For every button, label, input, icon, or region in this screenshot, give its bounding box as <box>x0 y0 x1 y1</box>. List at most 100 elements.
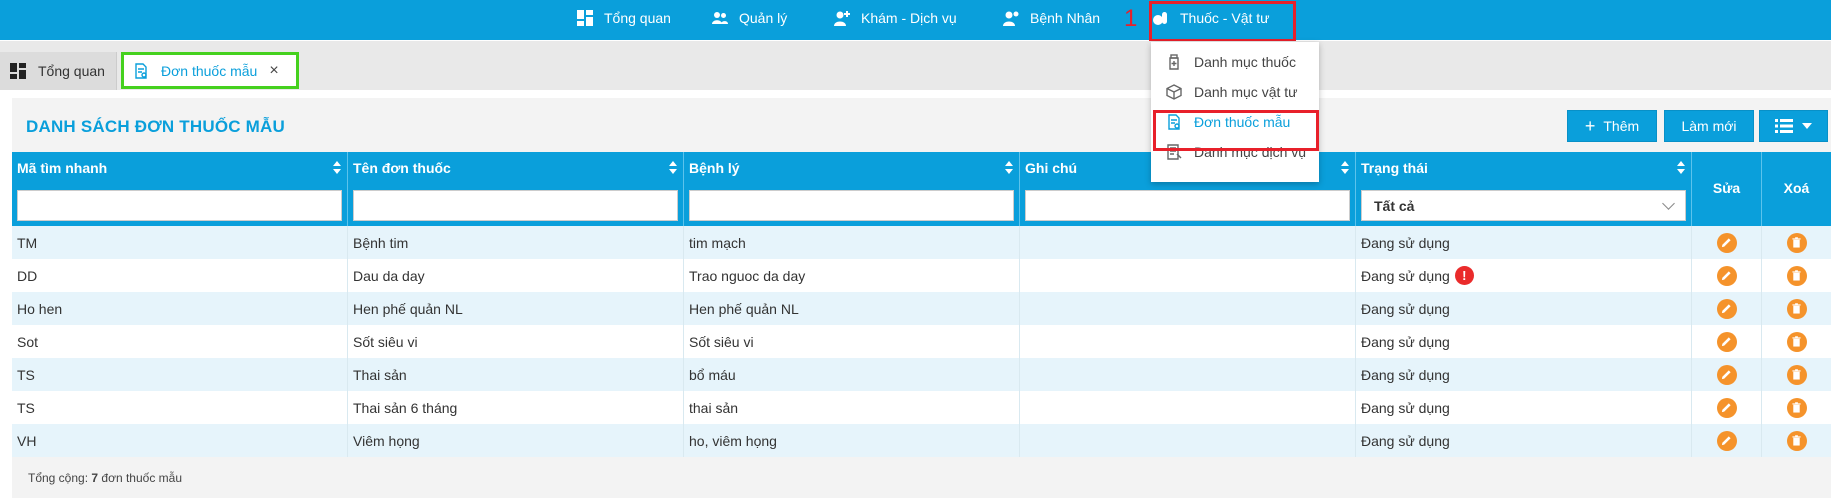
edit-icon[interactable] <box>1716 232 1737 253</box>
table-row[interactable]: Sot Sốt siêu vi Sốt siêu vi Đang sử dụng <box>12 325 1831 358</box>
table-row[interactable]: VH Viêm họng ho, viêm họng Đang sử dụng <box>12 424 1831 457</box>
column-header-disease[interactable]: Bệnh lý <box>684 152 1020 226</box>
cell-edit <box>1692 259 1762 292</box>
table-row[interactable]: Ho hen Hen phế quản NL Hen phế quản NL Đang… <box>12 292 1831 325</box>
plus-icon: + <box>1584 116 1596 136</box>
edit-icon[interactable] <box>1716 298 1737 319</box>
add-button-label: Thêm <box>1603 118 1640 134</box>
column-options-button[interactable] <box>1759 110 1828 142</box>
cell-delete <box>1762 292 1831 325</box>
trash-icon[interactable] <box>1786 298 1807 319</box>
nav-item-label: Tổng quan <box>604 9 671 26</box>
cell-disease: Hen phế quản NL <box>684 292 1020 325</box>
column-header-code[interactable]: Mã tìm nhanh <box>12 152 348 226</box>
cell-code: DD <box>12 259 348 292</box>
sort-icon[interactable] <box>669 161 677 175</box>
patient-icon <box>1002 9 1020 27</box>
filter-disease-input[interactable] <box>689 190 1014 221</box>
doctor-icon <box>833 9 851 27</box>
sort-icon[interactable] <box>1341 161 1349 175</box>
trash-icon[interactable] <box>1786 232 1807 253</box>
cell-name: Thai sản <box>348 358 684 391</box>
cell-edit <box>1692 424 1762 457</box>
cell-status: Đang sử dụng! <box>1356 259 1692 292</box>
column-header-edit: Sửa <box>1692 152 1762 226</box>
filter-code-input[interactable] <box>17 190 342 221</box>
users-icon <box>711 9 729 27</box>
trash-icon[interactable] <box>1786 397 1807 418</box>
dashboard-icon <box>10 63 26 79</box>
cell-note <box>1020 391 1356 424</box>
page-title: DANH SÁCH ĐƠN THUỐC MẪU <box>26 117 285 136</box>
nav-item-overview[interactable]: Tổng quan <box>576 0 671 35</box>
edit-icon[interactable] <box>1716 430 1737 451</box>
cell-note <box>1020 424 1356 457</box>
list-icon <box>1775 119 1793 133</box>
sort-icon[interactable] <box>333 161 341 175</box>
cell-note <box>1020 226 1356 259</box>
cell-name: Viêm họng <box>348 424 684 457</box>
cell-status: Đang sử dụng <box>1356 292 1692 325</box>
cell-delete <box>1762 358 1831 391</box>
close-icon[interactable]: × <box>266 62 282 79</box>
filter-note-input[interactable] <box>1025 190 1350 221</box>
cell-delete <box>1762 259 1831 292</box>
caret-down-icon <box>1802 123 1812 129</box>
trash-icon[interactable] <box>1786 331 1807 352</box>
table-row[interactable]: TS Thai sản bổ máu Đang sử dụng <box>12 358 1831 391</box>
warning-icon[interactable]: ! <box>1454 266 1474 285</box>
tab-label: Đơn thuốc mẫu <box>161 62 258 79</box>
status-filter-select[interactable]: Tất cả <box>1361 190 1686 221</box>
sort-icon[interactable] <box>1005 161 1013 175</box>
sort-icon[interactable] <box>1677 161 1685 175</box>
add-button[interactable]: + Thêm <box>1567 110 1657 142</box>
cell-disease: Sốt siêu vi <box>684 325 1020 358</box>
cell-status: Đang sử dụng <box>1356 325 1692 358</box>
menu-item-supply-catalog[interactable]: Danh mục vật tư <box>1151 77 1319 107</box>
column-header-status[interactable]: Trạng thái Tất cả <box>1356 152 1692 226</box>
edit-icon[interactable] <box>1716 364 1737 385</box>
refresh-button[interactable]: Làm mới <box>1664 110 1754 142</box>
box-icon <box>1166 84 1182 100</box>
cell-note <box>1020 325 1356 358</box>
table-row[interactable]: TS Thai sản 6 tháng thai sản Đang sử dụng <box>12 391 1831 424</box>
cell-edit <box>1692 391 1762 424</box>
cell-status: Đang sử dụng <box>1356 226 1692 259</box>
edit-icon[interactable] <box>1716 397 1737 418</box>
edit-icon[interactable] <box>1716 265 1737 286</box>
menu-item-drug-catalog[interactable]: Danh mục thuốc <box>1151 47 1319 77</box>
trash-icon[interactable] <box>1786 364 1807 385</box>
cell-status: Đang sử dụng <box>1356 424 1692 457</box>
tab-overview[interactable]: Tổng quan <box>0 52 117 90</box>
cell-disease: ho, viêm họng <box>684 424 1020 457</box>
nav-item-label: Quản lý <box>739 9 788 26</box>
total-count: Tổng cộng: 7 đơn thuốc mẫu <box>28 471 183 485</box>
cell-delete <box>1762 226 1831 259</box>
nav-item-label: Khám - Dịch vụ <box>861 9 957 26</box>
cell-disease: thai sản <box>684 391 1020 424</box>
cell-code: TS <box>12 391 348 424</box>
cell-disease: tim mạch <box>684 226 1020 259</box>
cell-edit <box>1692 325 1762 358</box>
trash-icon[interactable] <box>1786 430 1807 451</box>
edit-icon[interactable] <box>1716 331 1737 352</box>
cell-note <box>1020 259 1356 292</box>
cell-status: Đang sử dụng <box>1356 358 1692 391</box>
cell-code: VH <box>12 424 348 457</box>
cell-code: Ho hen <box>12 292 348 325</box>
nav-item-patients[interactable]: Bệnh Nhân <box>1002 0 1100 35</box>
table-row[interactable]: TM Bệnh tim tim mạch Đang sử dụng <box>12 226 1831 259</box>
cell-disease: bổ máu <box>684 358 1020 391</box>
nav-item-manage[interactable]: Quản lý <box>711 0 787 35</box>
tab-prescription-templates[interactable]: Đơn thuốc mẫu × <box>121 52 299 89</box>
trash-icon[interactable] <box>1786 265 1807 286</box>
nav-item-exam-services[interactable]: Khám - Dịch vụ <box>833 0 957 35</box>
table-row[interactable]: DD Dau da day Trao nguoc da day Đang sử dụn… <box>12 259 1831 292</box>
prescription-icon <box>133 62 149 79</box>
column-header-name[interactable]: Tên đơn thuốc <box>348 152 684 226</box>
filter-name-input[interactable] <box>353 190 678 221</box>
highlight-box-nav <box>1149 1 1296 42</box>
tab-label: Tổng quan <box>38 63 105 79</box>
cell-edit <box>1692 292 1762 325</box>
cell-name: Thai sản 6 tháng <box>348 391 684 424</box>
